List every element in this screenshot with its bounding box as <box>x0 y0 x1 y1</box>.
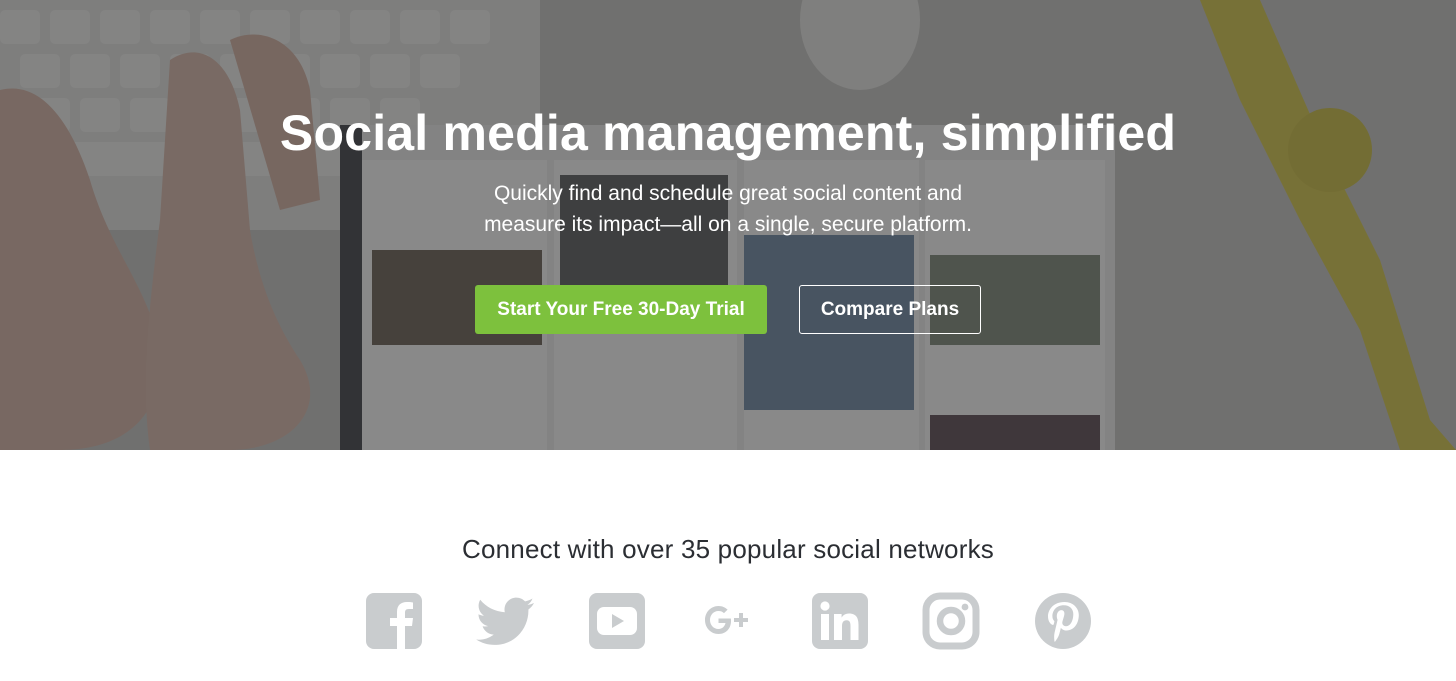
pinterest-icon <box>1034 592 1092 650</box>
start-free-trial-button[interactable]: Start Your Free 30-Day Trial <box>475 285 767 334</box>
instagram-icon <box>922 592 980 650</box>
linkedin-icon <box>811 592 869 650</box>
youtube-icon <box>588 592 646 650</box>
compare-plans-button[interactable]: Compare Plans <box>799 285 981 334</box>
hero-subtitle-line-1: Quickly find and schedule great social c… <box>493 182 963 205</box>
hero-title: Social media management, simplified <box>279 105 1177 161</box>
hero-section: Social media management, simplified Quic… <box>0 0 1456 450</box>
networks-heading: Connect with over 35 popular social netw… <box>462 534 994 564</box>
facebook-icon <box>365 592 423 650</box>
twitter-icon <box>476 592 534 650</box>
hero-subtitle: Quickly find and schedule great social c… <box>428 178 1028 240</box>
hero-subtitle-line-2: measure its impact—all on a single, secu… <box>484 213 972 236</box>
social-network-icons <box>365 592 1093 650</box>
google-plus-icon <box>699 592 757 650</box>
